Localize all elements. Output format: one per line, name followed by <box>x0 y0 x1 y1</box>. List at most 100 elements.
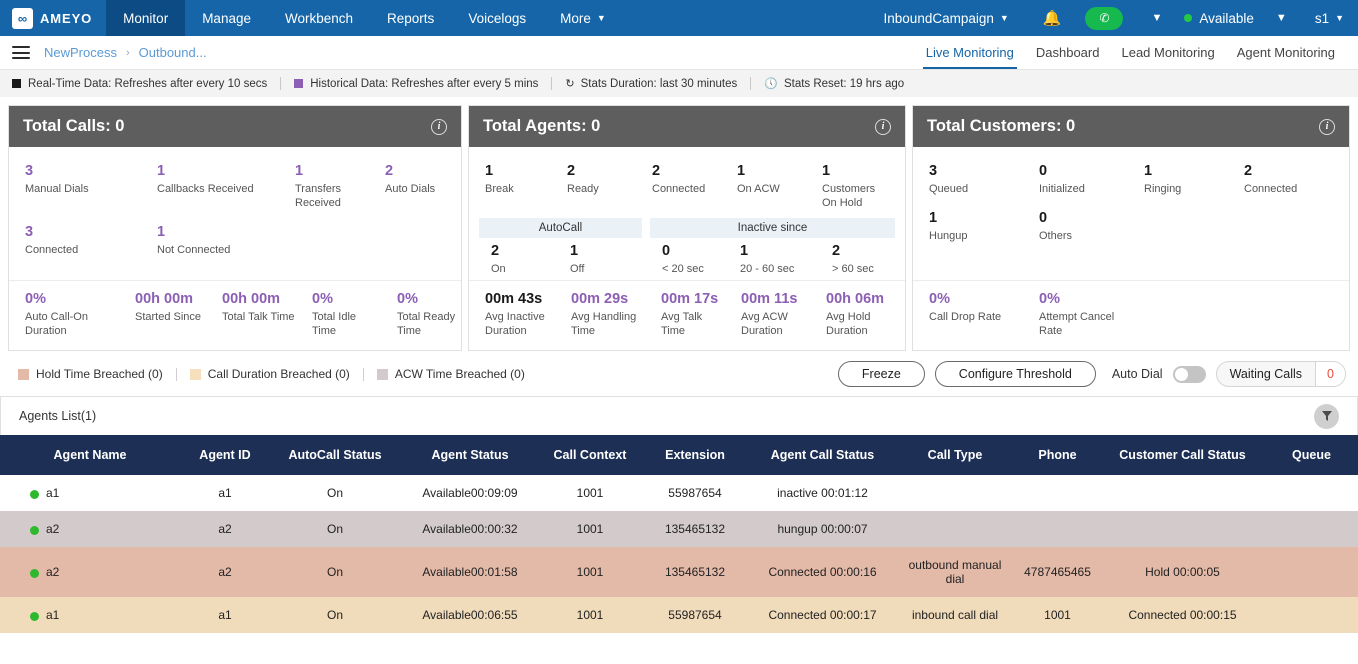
waiting-calls-badge[interactable]: Waiting Calls 0 <box>1215 361 1346 388</box>
agent-status-text: Available <box>422 486 471 501</box>
agent-name-text: a1 <box>46 486 60 501</box>
card-title: Total Calls: 0 <box>23 117 125 135</box>
metric-avg-inactive-duration: 00m 43s Avg Inactive Duration <box>469 289 555 338</box>
cell-phone <box>1015 511 1100 547</box>
metric-value: 00m 43s <box>485 291 543 308</box>
cell-customer-call-status: Connected 00:00:15 <box>1128 608 1237 623</box>
metric-value: 2 <box>491 243 500 260</box>
metric-label: Total Talk Time <box>222 311 295 324</box>
chevron-down-icon: ▼ <box>999 13 1009 23</box>
cell-call-type <box>895 511 1015 547</box>
tab-dashboard[interactable]: Dashboard <box>1025 36 1111 69</box>
cell-agent-status: Available00:06:55 <box>400 597 540 633</box>
nav-item-workbench[interactable]: Workbench <box>268 0 370 36</box>
agent-name-text: a1 <box>46 608 60 623</box>
metric-on: 2 On <box>479 241 558 276</box>
nav-item-monitor[interactable]: Monitor <box>106 0 186 36</box>
column-header-agent-call-status[interactable]: Agent Call Status <box>750 435 895 476</box>
agent-status-duration: 00:01:58 <box>470 565 518 580</box>
auto-dial-toggle[interactable] <box>1172 365 1206 383</box>
column-header-customer-call-status[interactable]: Customer Call Status <box>1100 435 1265 476</box>
agent-name-text: a2 <box>46 565 60 580</box>
agent-online-status-icon <box>30 611 39 621</box>
cell-agent-id: a2 <box>218 565 232 580</box>
column-header-call-context[interactable]: Call Context <box>540 435 640 476</box>
waiting-calls-label: Waiting Calls <box>1229 367 1303 382</box>
info-icon[interactable]: i <box>875 118 891 135</box>
hamburger-menu-icon[interactable] <box>12 46 30 59</box>
configure-threshold-button[interactable]: Configure Threshold <box>934 361 1096 388</box>
cell-agent-call-status: Connected 00:00:16 <box>768 565 877 580</box>
cell-call-type: inbound call dial <box>911 608 999 623</box>
cell-agent-name: a1 <box>0 475 180 511</box>
column-header-call-type[interactable]: Call Type <box>895 435 1015 476</box>
column-header-phone[interactable]: Phone <box>1015 435 1100 476</box>
tab-label: Live Monitoring <box>925 45 1014 60</box>
cell-queue <box>1265 475 1358 511</box>
column-header-agent-name[interactable]: Agent Name <box>0 435 180 476</box>
nav-item-reports[interactable]: Reports <box>370 0 451 36</box>
info-icon[interactable]: i <box>431 118 447 135</box>
metric-break: 1 Break <box>469 161 551 210</box>
cell-agent-status: Available00:00:32 <box>400 511 540 547</box>
tab-label: Agent Monitoring <box>1236 45 1335 60</box>
table-row[interactable]: a2 a2 On Available00:01:58 1001 135465132 Conn… <box>0 547 1358 598</box>
metric-ringing: 1 Ringing <box>1128 161 1228 196</box>
column-header-agent-id[interactable]: Agent ID <box>180 435 270 476</box>
stats-reset-info: 🕔 Stats Reset: 19 hrs ago <box>764 77 904 91</box>
column-header-queue[interactable]: Queue <box>1265 435 1358 476</box>
table-row[interactable]: a2 a2 On Available00:00:32 1001 135465132 hung… <box>0 511 1358 548</box>
app-logo[interactable]: ∞ AMEYO <box>0 0 106 36</box>
table-row[interactable]: a1 a1 On Available00:09:09 1001 55987654 inact… <box>0 475 1358 512</box>
phone-icon[interactable]: ✆ <box>1085 6 1124 30</box>
card-header: Total Agents: 0 i <box>469 106 905 147</box>
divider <box>362 367 364 381</box>
tab-agent-monitoring[interactable]: Agent Monitoring <box>1226 36 1346 69</box>
status-badge[interactable]: Available <box>1184 11 1254 26</box>
cell-call-context: 1001 <box>576 565 604 580</box>
status-label: Available <box>1199 10 1254 26</box>
campaign-selector[interactable]: InboundCampaign ▼ <box>868 11 1025 26</box>
legend-label: Call Duration Breached (0) <box>207 367 350 382</box>
waiting-calls-count: 0 <box>1315 362 1345 387</box>
filter-icon[interactable] <box>1314 403 1339 429</box>
realtime-swatch-icon <box>12 79 21 88</box>
legend-and-controls-bar: Hold Time Breached (0) Call Duration Bre… <box>0 351 1358 396</box>
table-row[interactable]: a1 a1 On Available00:06:55 1001 55987654 Conne… <box>0 597 1358 634</box>
column-header-autocall-status[interactable]: AutoCall Status <box>270 435 400 476</box>
status-dropdown-chevron-down-icon[interactable]: ▼ <box>1254 12 1309 24</box>
metric-row: 3 Queued 0 Initialized 1 Ringing 2 Connected <box>913 157 1349 204</box>
infinity-icon: ∞ <box>12 7 33 29</box>
agent-status-text: Available <box>422 565 471 580</box>
metric-60-sec: 2 > 60 sec <box>820 241 882 276</box>
tab-lead-monitoring[interactable]: Lead Monitoring <box>1110 36 1225 69</box>
notification-bell-icon[interactable]: 🔔 <box>1025 9 1080 27</box>
metric-queued: 3 Queued <box>913 161 1023 196</box>
nav-item-voicelogs[interactable]: Voicelogs <box>451 0 543 36</box>
freeze-button[interactable]: Freeze <box>837 361 925 388</box>
agent-status-duration: 00:06:55 <box>470 608 518 623</box>
sub-block-title: Inactive since <box>650 218 895 239</box>
metric-value: 2 <box>385 163 394 179</box>
metric-label: 20 - 60 sec <box>740 263 795 276</box>
card-body: 1 Break 2 Ready 2 Connected 1 On ACW 1 Customers … <box>469 147 905 350</box>
info-icon[interactable]: i <box>1319 118 1335 135</box>
cell-autocall-status: On <box>326 565 343 580</box>
tab-live-monitoring[interactable]: Live Monitoring <box>915 36 1025 69</box>
breadcrumb-root[interactable]: NewProcess <box>44 45 117 60</box>
user-menu[interactable]: s1 ▼ <box>1309 11 1344 26</box>
column-header-extension[interactable]: Extension <box>640 435 750 476</box>
cell-agent-name: a2 <box>0 511 180 547</box>
phone-dropdown-chevron-down-icon[interactable]: ▼ <box>1129 12 1184 24</box>
nav-item-manage[interactable]: Manage <box>185 0 268 36</box>
breadcrumb-current[interactable]: Outbound... <box>139 45 207 60</box>
filter-glyph <box>1321 411 1332 422</box>
nav-item-more[interactable]: More ▼ <box>543 0 623 36</box>
chevron-down-icon: ▼ <box>596 13 606 23</box>
card-total-customers-0: Total Customers: 0 i 3 Queued 0 Initialized 1 R… <box>912 105 1350 352</box>
metric-value: 1 <box>737 163 746 179</box>
metric-label: Customers On Hold <box>822 183 876 210</box>
stats-duration-info: ↻ Stats Duration: last 30 minutes <box>565 77 737 91</box>
column-header-agent-status[interactable]: Agent Status <box>400 435 540 476</box>
card-header: Total Customers: 0 i <box>913 106 1349 147</box>
